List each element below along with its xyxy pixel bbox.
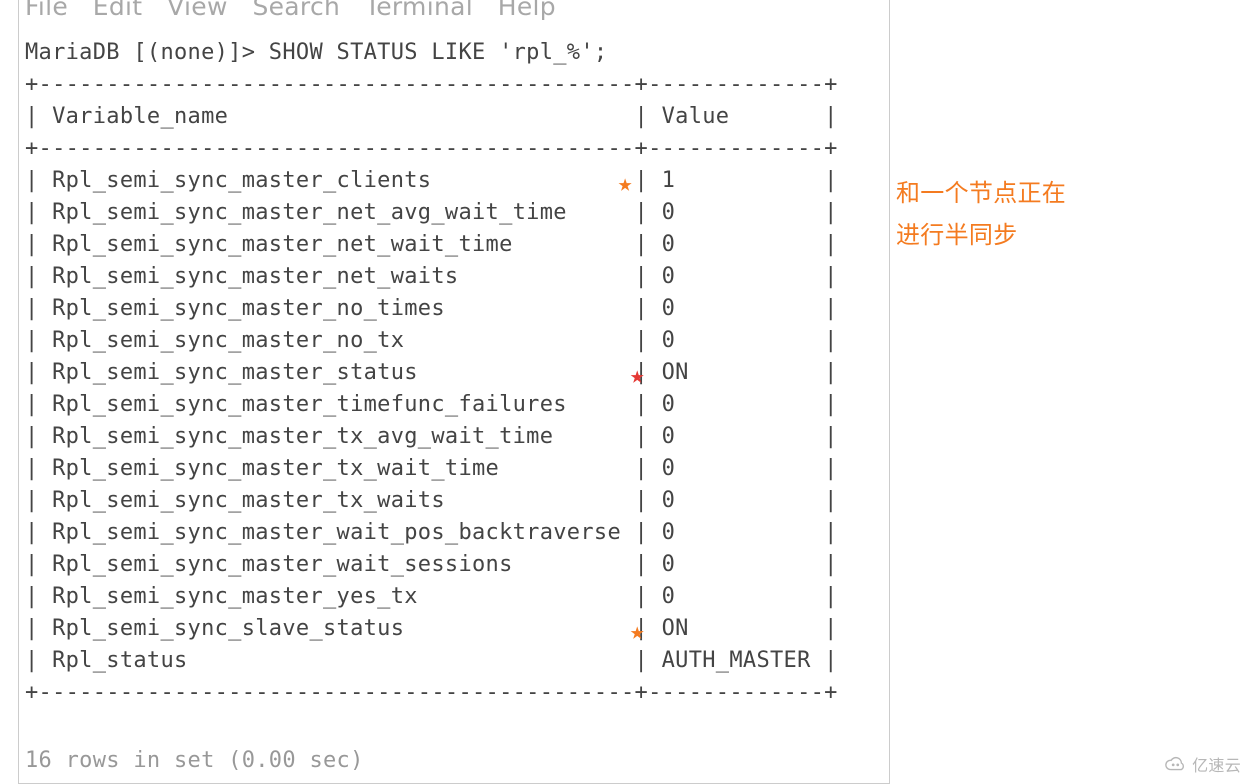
value-cell: 0 [648, 488, 824, 513]
value-cell: 0 [648, 296, 824, 321]
annotation-note: 和一个节点正在 进行半同步 [896, 172, 1066, 256]
menu-help[interactable]: Help [498, 0, 556, 21]
table-row: | Rpl_semi_sync_master_tx_avg_wait_time … [25, 421, 838, 453]
value-cell: 0 [648, 392, 824, 417]
table-row: | Rpl_semi_sync_master_net_wait_time | 0… [25, 229, 838, 261]
star-icon: ★ [630, 359, 645, 391]
table-sep: +---------------------------------------… [25, 677, 838, 709]
table-row: | Rpl_semi_sync_master_clients | 1 |★ [25, 165, 838, 197]
value-cell: AUTH_MASTER [648, 648, 824, 673]
terminal-window: File Edit View Search Terminal Help Mari… [18, 0, 890, 784]
table-row: | Rpl_semi_sync_master_tx_wait_time | 0 … [25, 453, 838, 485]
menu-file[interactable]: File [25, 0, 68, 21]
value-cell: ON [648, 360, 824, 385]
cloud-icon [1164, 753, 1186, 775]
table-row: | Rpl_semi_sync_master_timefunc_failures… [25, 389, 838, 421]
table-sep: +---------------------------------------… [25, 69, 838, 101]
menu-edit[interactable]: Edit [93, 0, 143, 21]
menu-search[interactable]: Search [252, 0, 340, 21]
value-cell: ON [648, 616, 824, 641]
table-row: | Rpl_semi_sync_master_no_tx | 0 | [25, 325, 838, 357]
table-row: | Rpl_semi_sync_master_yes_tx | 0 | [25, 581, 838, 613]
value-cell: 0 [648, 200, 824, 225]
value-cell: 0 [648, 520, 824, 545]
value-cell: 0 [648, 264, 824, 289]
table-row: | Rpl_semi_sync_master_tx_waits | 0 | [25, 485, 838, 517]
table-row: | Rpl_status | AUTH_MASTER | [25, 645, 838, 677]
menubar: File Edit View Search Terminal Help [25, 0, 556, 21]
table-row: | Rpl_semi_sync_master_status | ON |★ [25, 357, 838, 389]
star-icon: ★ [630, 615, 645, 647]
table-row: | Rpl_semi_sync_master_wait_pos_backtrav… [25, 517, 838, 549]
value-cell: 0 [648, 584, 824, 609]
value-cell: 0 [648, 328, 824, 353]
value-cell: 0 [648, 424, 824, 449]
result-footer: 16 rows in set (0.00 sec) [25, 748, 364, 773]
watermark: 亿速云 [1164, 752, 1241, 776]
value-cell: 0 [648, 552, 824, 577]
terminal-output[interactable]: MariaDB [(none)]> SHOW STATUS LIKE 'rpl_… [25, 37, 838, 709]
table-sep: +---------------------------------------… [25, 133, 838, 165]
table-header: | Variable_name | Value | [25, 101, 838, 133]
watermark-text: 亿速云 [1192, 752, 1241, 776]
value-cell: 0 [648, 232, 824, 257]
table-row: | Rpl_semi_sync_master_no_times | 0 | [25, 293, 838, 325]
annotation-line1: 和一个节点正在 [896, 172, 1066, 214]
command-line: MariaDB [(none)]> SHOW STATUS LIKE 'rpl_… [25, 37, 838, 69]
value-cell: 0 [648, 456, 824, 481]
table-row: | Rpl_semi_sync_master_net_waits | 0 | [25, 261, 838, 293]
value-cell: 1 [648, 168, 824, 193]
menu-terminal[interactable]: Terminal [365, 0, 473, 21]
table-row: | Rpl_semi_sync_master_wait_sessions | 0… [25, 549, 838, 581]
table-row: | Rpl_semi_sync_master_net_avg_wait_time… [25, 197, 838, 229]
table-row: | Rpl_semi_sync_slave_status | ON |★ [25, 613, 838, 645]
star-icon: ★ [618, 167, 633, 199]
annotation-line2: 进行半同步 [896, 214, 1066, 256]
menu-view[interactable]: View [167, 0, 228, 21]
